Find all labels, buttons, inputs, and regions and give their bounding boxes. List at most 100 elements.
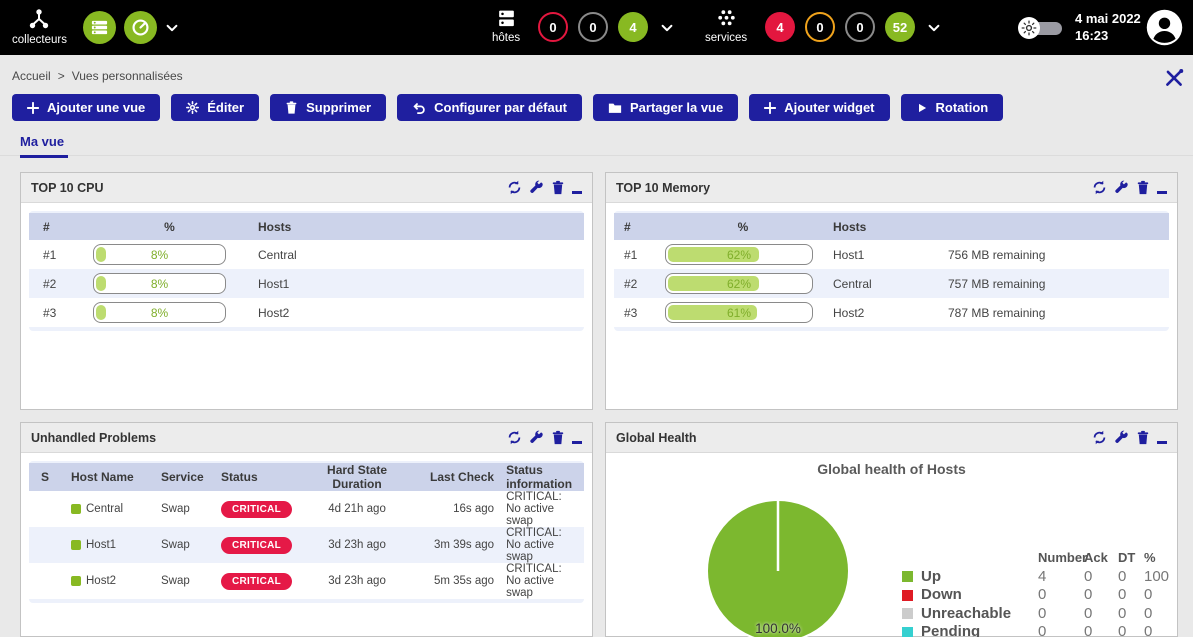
refresh-icon[interactable] bbox=[507, 430, 522, 445]
wrench-icon[interactable] bbox=[529, 430, 544, 445]
centreon-logo-icon bbox=[41, 571, 58, 588]
trash-icon[interactable] bbox=[1136, 180, 1150, 195]
user-avatar[interactable] bbox=[1146, 9, 1183, 46]
service-link[interactable]: Swap bbox=[155, 563, 215, 599]
hosts-menu[interactable]: hôtes bbox=[492, 8, 520, 44]
poller-list-button[interactable] bbox=[83, 11, 116, 44]
hard-state-duration: 4d 21h ago bbox=[298, 491, 416, 527]
services-critical-badge[interactable]: 4 bbox=[765, 12, 795, 42]
hosts-up-badge[interactable]: 4 bbox=[618, 12, 648, 42]
top-bar: collecteurs hôtes 0 0 4 services 4 0 0 5… bbox=[0, 0, 1193, 55]
refresh-icon[interactable] bbox=[507, 180, 522, 195]
refresh-icon[interactable] bbox=[1092, 430, 1107, 445]
widget-top10-cpu: TOP 10 CPU # % Hosts #1 8% Cent bbox=[20, 172, 593, 410]
host-name-link[interactable]: Central bbox=[86, 503, 123, 515]
host-name: Host1 bbox=[827, 240, 942, 269]
widget-global-health: Global Health Global health of Hosts 100… bbox=[605, 422, 1178, 637]
host-status-square bbox=[71, 576, 81, 586]
host-name: Host1 bbox=[252, 269, 584, 298]
last-check: 3m 39s ago bbox=[416, 527, 500, 563]
trash-icon[interactable] bbox=[551, 180, 565, 195]
widget-top10-memory: TOP 10 Memory # % Hosts #1 62% bbox=[605, 172, 1178, 410]
host-name: Central bbox=[252, 240, 584, 269]
col-service: Service bbox=[155, 463, 215, 491]
tab-ma-vue[interactable]: Ma vue bbox=[20, 134, 68, 158]
host-name-link[interactable]: Host2 bbox=[86, 575, 116, 587]
trash-icon[interactable] bbox=[1136, 430, 1150, 445]
memory-usage-bar: 61% bbox=[665, 302, 813, 323]
breadcrumb: Accueil > Vues personnalisées bbox=[12, 69, 183, 83]
table-row: Host2 Swap CRITICAL 3d 23h ago 5m 35s ag… bbox=[29, 563, 584, 599]
cpu-usage-bar: 8% bbox=[93, 244, 226, 265]
pollers-chevron-down-icon[interactable] bbox=[164, 21, 180, 35]
services-unknown-badge[interactable]: 0 bbox=[845, 12, 875, 42]
services-menu[interactable]: services bbox=[705, 8, 747, 44]
breadcrumb-home[interactable]: Accueil bbox=[12, 69, 51, 83]
poller-stats-button[interactable] bbox=[124, 11, 157, 44]
default-config-button[interactable]: Configurer par défaut bbox=[397, 94, 582, 121]
refresh-icon[interactable] bbox=[1092, 180, 1107, 195]
widget-header: Global Health bbox=[606, 423, 1177, 453]
hosts-icon bbox=[496, 8, 517, 29]
wrench-icon[interactable] bbox=[1114, 180, 1129, 195]
minimize-icon[interactable] bbox=[572, 191, 582, 194]
rotation-button[interactable]: Rotation bbox=[901, 94, 1004, 121]
theme-toggle[interactable] bbox=[1018, 17, 1064, 39]
table-row: #1 8% Central bbox=[29, 240, 584, 269]
clock: 4 mai 2022 16:23 bbox=[1075, 10, 1141, 44]
delete-button[interactable]: Supprimer bbox=[270, 94, 386, 121]
services-ok-badge[interactable]: 52 bbox=[885, 12, 915, 42]
col-s: S bbox=[29, 463, 65, 491]
pending-swatch bbox=[902, 627, 913, 637]
pie-percentage-label: 100.0% bbox=[755, 621, 801, 636]
share-view-button[interactable]: Partager la vue bbox=[593, 94, 738, 121]
hosts-chevron-down-icon[interactable] bbox=[659, 21, 675, 35]
table-row: #1 62% Host1 756 MB remaining bbox=[614, 240, 1169, 269]
status-badge: CRITICAL bbox=[221, 501, 292, 518]
host-status-square bbox=[71, 540, 81, 550]
server-list-icon bbox=[90, 18, 109, 37]
wrench-icon[interactable] bbox=[1114, 430, 1129, 445]
col-hosts: Hosts bbox=[252, 213, 584, 240]
edit-button[interactable]: Éditer bbox=[171, 94, 259, 121]
col-last-check: Last Check bbox=[416, 463, 500, 491]
minimize-icon[interactable] bbox=[1157, 191, 1167, 194]
unreachable-swatch bbox=[902, 608, 913, 619]
trash-icon[interactable] bbox=[551, 430, 565, 445]
breadcrumb-current[interactable]: Vues personnalisées bbox=[72, 69, 183, 83]
legend-item: Down 0000 bbox=[902, 586, 1188, 605]
legend-col-pct: % bbox=[1144, 549, 1188, 568]
edit-tools-icon[interactable] bbox=[1163, 67, 1185, 89]
minimize-icon[interactable] bbox=[572, 441, 582, 444]
hosts-unreachable-badge[interactable]: 0 bbox=[578, 12, 608, 42]
add-widget-button[interactable]: Ajouter widget bbox=[749, 94, 889, 121]
services-warning-badge[interactable]: 0 bbox=[805, 12, 835, 42]
table-row: #2 8% Host1 bbox=[29, 269, 584, 298]
trash-icon bbox=[285, 101, 298, 114]
wrench-icon[interactable] bbox=[529, 180, 544, 195]
status-badge: CRITICAL bbox=[221, 537, 292, 554]
service-link[interactable]: Swap bbox=[155, 527, 215, 563]
host-name-link[interactable]: Host1 bbox=[86, 539, 116, 551]
table-row: #3 8% Host2 bbox=[29, 298, 584, 327]
chart-legend: Number Ack DT % Up 400100 Down 0000 Unre… bbox=[902, 549, 1188, 637]
service-link[interactable]: Swap bbox=[155, 491, 215, 527]
host-status-square bbox=[71, 504, 81, 514]
hosts-down-badge[interactable]: 0 bbox=[538, 12, 568, 42]
gauge-icon bbox=[131, 18, 150, 37]
services-chevron-down-icon[interactable] bbox=[926, 21, 942, 35]
status-information: CRITICAL: No active swap bbox=[500, 527, 584, 563]
plus-icon bbox=[27, 102, 39, 114]
widget-unhandled-problems: Unhandled Problems S Host Name Service S… bbox=[20, 422, 593, 637]
pollers-icon bbox=[27, 7, 51, 31]
tab-divider bbox=[0, 155, 1193, 156]
play-icon bbox=[916, 102, 928, 114]
minimize-icon[interactable] bbox=[1157, 441, 1167, 444]
add-view-button[interactable]: Ajouter une vue bbox=[12, 94, 160, 121]
pollers-menu[interactable]: collecteurs bbox=[12, 7, 67, 46]
last-check: 5m 35s ago bbox=[416, 563, 500, 599]
widget-title: TOP 10 Memory bbox=[616, 181, 710, 195]
status-badge: CRITICAL bbox=[221, 573, 292, 590]
host-name: Central bbox=[827, 269, 942, 298]
hard-state-duration: 3d 23h ago bbox=[298, 527, 416, 563]
